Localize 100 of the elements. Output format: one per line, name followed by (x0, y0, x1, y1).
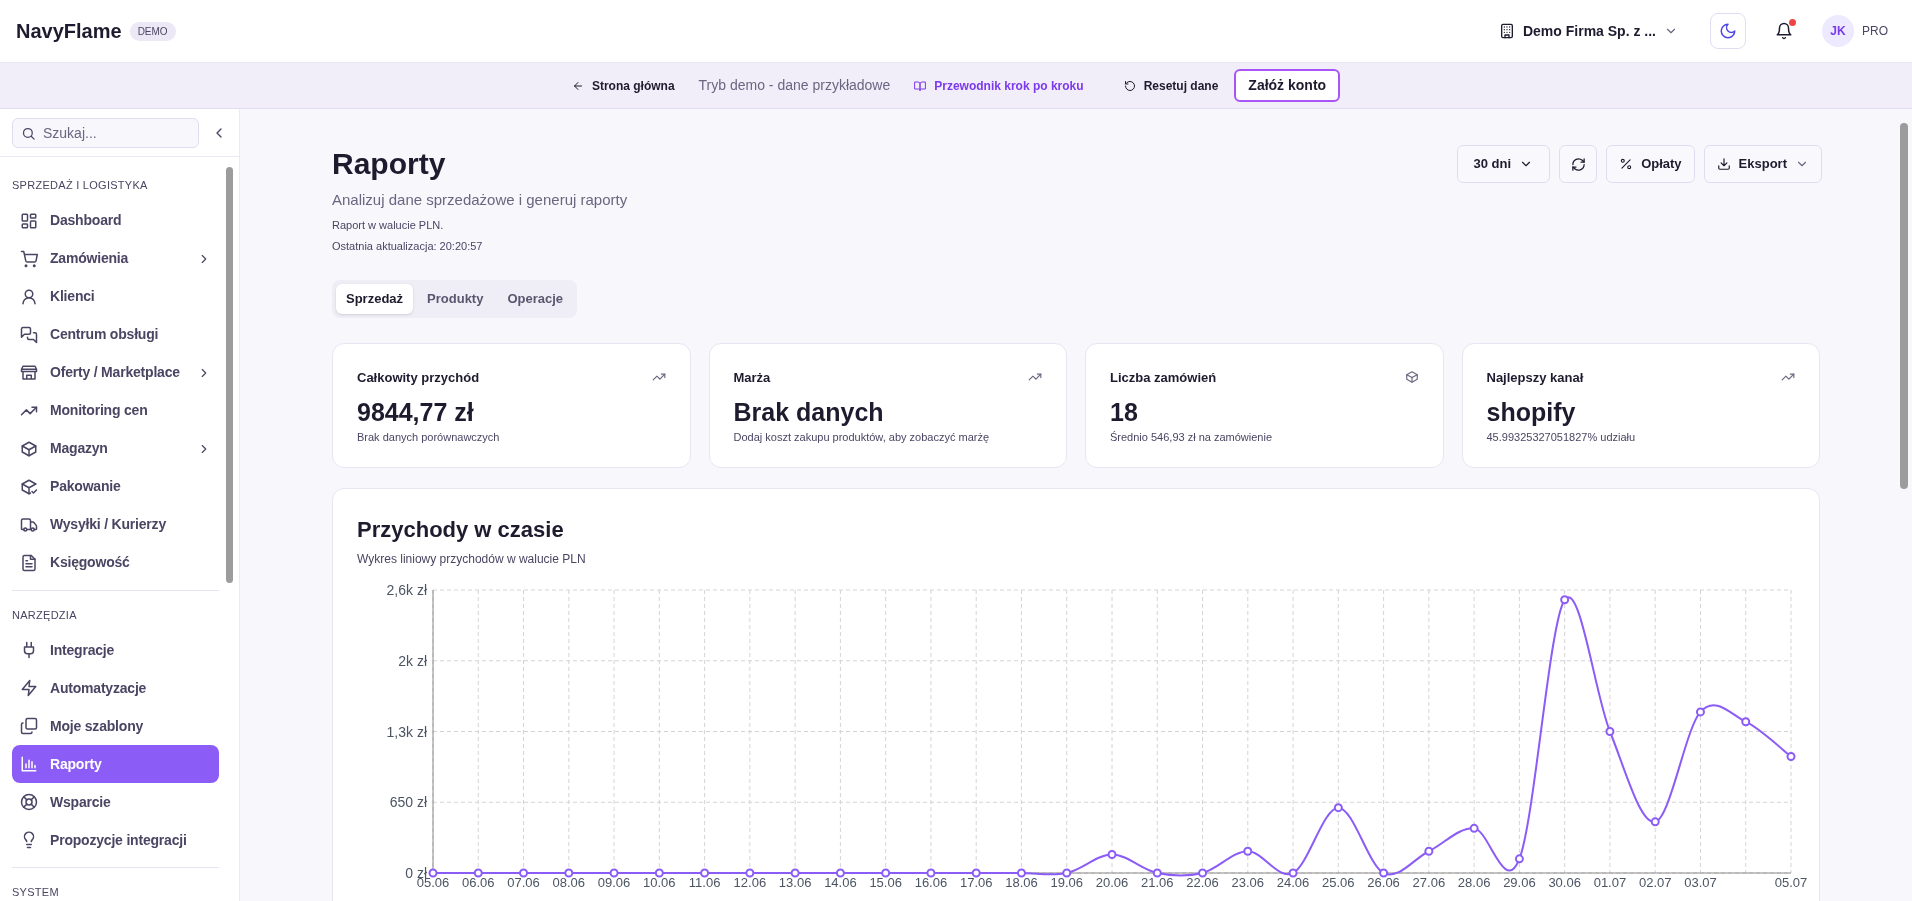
data-point (564, 868, 574, 877)
refresh-icon (1570, 156, 1586, 172)
sidebar-item[interactable]: Pakowanie (12, 467, 219, 506)
sidebar-item[interactable]: Klienci (12, 277, 219, 316)
data-point (1469, 823, 1479, 833)
bell-icon (1775, 22, 1793, 40)
sidebar-item[interactable]: Automatyzacje (12, 669, 219, 707)
x-axis-label: 20.06 (1095, 874, 1129, 890)
sidebar-item[interactable]: Propozycje integracji (12, 821, 219, 859)
scrollbar-thumb[interactable] (1900, 123, 1908, 489)
data-point (1062, 868, 1072, 877)
page-subtitle: Analizuj dane sprzedażowe i generuj raporty (332, 190, 628, 210)
x-axis-label: 12.06 (733, 874, 767, 890)
data-point (519, 868, 529, 877)
book-icon (914, 79, 927, 92)
y-axis-label: 650 zł (389, 793, 427, 810)
guide-link[interactable]: Przewodnik krok po kroku (914, 76, 1084, 95)
data-point (1560, 594, 1570, 604)
sidebar-item[interactable]: Magazyn (12, 429, 219, 468)
report-tab[interactable]: Produkty (417, 283, 494, 314)
data-point (1198, 868, 1208, 877)
data-point (1288, 868, 1298, 877)
x-axis-label: 18.06 (1005, 874, 1038, 890)
data-point (1333, 802, 1343, 812)
sidebar-item[interactable]: Wysyłki / Kurierzy (12, 505, 219, 544)
x-axis-label: 26.06 (1367, 874, 1400, 890)
reset-data-button[interactable]: Resetuj dane (1123, 76, 1219, 95)
data-point (1152, 868, 1162, 877)
stat-title: Najlepszy kanał (1486, 368, 1584, 387)
x-axis-label: 28.06 (1457, 874, 1491, 890)
section-heading: SPRZEDAŻ I LOGISTYKA (12, 178, 149, 193)
grid-icon (20, 211, 38, 230)
period-dropdown[interactable]: 30 dni (1456, 145, 1551, 183)
report-tab[interactable]: Operacje (497, 283, 574, 314)
data-point (1243, 846, 1253, 856)
package-check-icon (20, 477, 38, 496)
x-axis-label: 02.07 (1638, 874, 1672, 890)
search-field[interactable]: Szukaj... (12, 117, 199, 148)
data-point (1605, 726, 1615, 736)
building-icon (1498, 23, 1515, 39)
scrollbar-thumb[interactable] (226, 167, 233, 583)
data-point (1424, 846, 1434, 856)
x-axis-label: 29.06 (1503, 874, 1536, 890)
export-button[interactable]: Eksport (1703, 145, 1822, 183)
page-title: Raporty (332, 146, 447, 182)
stat-value: 18 (1110, 397, 1139, 427)
sidebar-item[interactable]: Oferty / Marketplace (12, 353, 219, 392)
refresh-button[interactable] (1559, 145, 1598, 183)
x-axis-label: 09.06 (597, 874, 631, 890)
x-axis-label: 16.06 (914, 874, 948, 890)
x-axis-label: 11.06 (688, 874, 721, 890)
stat-note: 45.99325327051827% udziału (1486, 430, 1637, 445)
create-account-button[interactable]: Załóż konto (1234, 69, 1341, 102)
data-point (790, 868, 800, 877)
x-axis-label: 24.06 (1276, 874, 1310, 890)
x-axis-label: 07.06 (507, 874, 540, 890)
sidebar-item[interactable]: Monitoring cen (12, 391, 219, 430)
store-icon (20, 363, 38, 382)
data-point (1650, 816, 1660, 826)
sidebar-item[interactable]: Księgowość (12, 543, 219, 582)
user-avatar[interactable]: JK (1822, 15, 1854, 47)
x-axis-label: 10.06 (643, 874, 676, 890)
sidebar-item[interactable]: Wsparcie (12, 783, 219, 821)
cart-icon (20, 249, 38, 268)
stat-note: Brak danych porównawczych (357, 430, 501, 445)
company-selector[interactable]: Demo Firma Sp. z ... (1498, 20, 1678, 42)
bar-chart-icon (20, 755, 38, 773)
reset-icon (1123, 79, 1136, 92)
theme-toggle-button[interactable] (1710, 13, 1746, 49)
x-axis-label: 22.06 (1186, 874, 1219, 890)
fees-button[interactable]: Opłaty (1606, 145, 1695, 183)
box-icon (1404, 370, 1419, 385)
page-note: Raport w walucie PLN. (332, 217, 445, 233)
section-heading: NARZĘDZIA (12, 607, 78, 623)
data-point (881, 868, 891, 877)
sidebar-item[interactable]: Dashboard (12, 201, 219, 240)
stat-value: shopify (1486, 397, 1577, 427)
x-axis-label: 14.06 (824, 874, 857, 890)
percent-icon (1619, 157, 1634, 171)
data-point (700, 868, 710, 877)
sidebar-item[interactable]: Integracje (12, 631, 219, 669)
report-tab[interactable]: Sprzedaż (336, 283, 414, 314)
chat-icon (20, 325, 38, 344)
data-point (1514, 853, 1524, 863)
data-point (1786, 751, 1796, 761)
x-axis-label: 19.06 (1050, 874, 1083, 890)
data-point (835, 868, 845, 877)
sidebar-item[interactable]: Centrum obsługi (12, 315, 219, 354)
sidebar-item[interactable]: Raporty (12, 745, 219, 783)
stat-value: Brak danych (733, 397, 885, 427)
data-point (926, 868, 936, 877)
moon-icon (1719, 22, 1737, 40)
stat-note: Dodaj koszt zakupu produktów, aby zobaczyć marżę (733, 430, 991, 445)
app-logo[interactable]: NavyFlame (16, 16, 122, 46)
sidebar-item[interactable]: Moje szablony (12, 707, 219, 745)
data-point (654, 868, 664, 877)
sidebar-item[interactable]: Zamówienia (12, 239, 219, 278)
lightning-icon (20, 679, 38, 697)
home-link[interactable]: Strona główna (571, 76, 675, 95)
data-point (1379, 868, 1389, 877)
